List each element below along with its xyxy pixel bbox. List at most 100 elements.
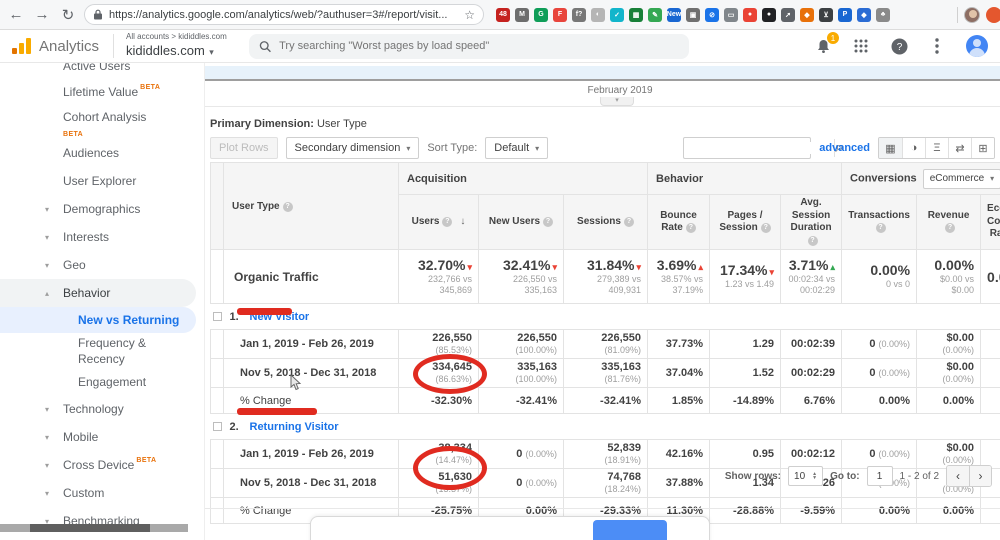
extension-icon[interactable]: G	[534, 7, 548, 22]
column-header-users[interactable]: Users? ↓	[398, 194, 479, 250]
sidebar-horizontal-scrollbar[interactable]	[0, 524, 188, 532]
extension-icon[interactable]: ▦	[629, 7, 643, 22]
forward-icon[interactable]: →	[32, 6, 52, 23]
chart-date-label: February 2019	[587, 85, 653, 96]
help-icon[interactable]: ?	[890, 37, 908, 55]
extension-icon[interactable]: ▣	[686, 7, 700, 22]
summary-ecommerce-rate: 0.00%	[980, 249, 1000, 304]
table-search[interactable]: ⌕	[683, 137, 844, 159]
sidebar-item-new-vs-returning[interactable]: New vs Returning	[0, 307, 196, 333]
metric-cell: 00:02:29	[780, 358, 843, 388]
goto-page-input[interactable]	[866, 466, 893, 486]
column-header-new-users[interactable]: New Users?	[478, 194, 564, 250]
back-icon[interactable]: ←	[6, 6, 26, 23]
analytics-search[interactable]	[248, 33, 689, 59]
table-view-icon[interactable]: ▦	[879, 138, 902, 158]
column-header-avg-session-duration[interactable]: Avg. Session Duration?	[780, 194, 843, 250]
pivot-view-icon[interactable]: ⊞	[971, 138, 994, 158]
summary-transactions: 0.00% 0 vs 0	[841, 249, 918, 304]
extension-icon[interactable]: ◆	[800, 7, 814, 22]
extension-icon[interactable]: ●	[762, 7, 776, 22]
sidebar-item-demographics[interactable]: ▾ Demographics	[0, 195, 204, 223]
notifications-bell-icon[interactable]: 1	[814, 32, 839, 55]
extension-icon[interactable]: ◆	[857, 7, 871, 22]
next-page-button[interactable]: ›	[969, 466, 991, 486]
extension-icon[interactable]: ⊻	[819, 7, 833, 22]
show-rows-select[interactable]: 10 ▲ ▼	[788, 466, 824, 486]
comparison-view-icon[interactable]: ⇄	[948, 138, 971, 158]
account-switcher[interactable]: All accounts > kididdles.com kididdles.c…	[126, 32, 227, 59]
browser-menu-icon[interactable]	[986, 6, 1000, 23]
group-header-row: User Type? Acquisition Behavior Conversi…	[210, 162, 1000, 250]
apps-grid-icon[interactable]	[852, 37, 870, 55]
extension-icon[interactable]: New	[667, 7, 681, 22]
column-header-revenue[interactable]: Revenue?	[916, 194, 982, 250]
extension-icon[interactable]: ➚	[781, 7, 795, 22]
ecommerce-selector[interactable]: eCommerce ▾	[922, 168, 1000, 189]
sidebar-item-technology[interactable]: ▾ Technology	[0, 395, 204, 423]
extension-icon[interactable]: ✎	[648, 7, 662, 22]
sidebar-item-interests[interactable]: ▾ Interests	[0, 223, 204, 251]
previous-page-button[interactable]: ‹	[947, 466, 969, 486]
metric-cell: 0 (0.00%)	[478, 468, 564, 498]
metric-cell: -32.41%	[478, 387, 564, 414]
sidebar-item-cohort-analysis[interactable]: Cohort Analysis BETA	[0, 106, 204, 139]
metric-cell: 0 (0.00%)	[841, 358, 918, 388]
reload-icon[interactable]: ↻	[58, 6, 78, 24]
column-header-ecommerce-rate[interactable]: Ecommerce Conversion Rate	[980, 194, 1000, 250]
extension-icon[interactable]: ⊘	[705, 7, 719, 22]
percentage-view-icon[interactable]: ◑	[902, 138, 925, 158]
extension-icon[interactable]: f?	[572, 7, 586, 22]
analytics-logo-icon[interactable]	[12, 38, 31, 54]
sidebar-item-mobile[interactable]: ▾ Mobile	[0, 423, 204, 451]
secondary-dimension-button[interactable]: Secondary dimension ▾	[285, 137, 420, 159]
performance-view-icon[interactable]: Ξ	[925, 138, 948, 158]
extension-icon[interactable]: P	[838, 7, 852, 22]
sidebar-item-geo[interactable]: ▾ Geo	[0, 251, 204, 279]
sidebar-item-custom[interactable]: ▾ Custom	[0, 479, 204, 507]
sort-type-button[interactable]: Default ▾	[485, 137, 549, 159]
overflow-menu-icon[interactable]	[928, 37, 946, 55]
extension-icon[interactable]: ♣	[876, 7, 890, 22]
column-header-bounce-rate[interactable]: Bounce Rate?	[647, 194, 711, 250]
search-input[interactable]	[279, 40, 679, 52]
extension-icon[interactable]: ●	[743, 7, 757, 22]
extension-icon[interactable]: 48	[496, 7, 510, 22]
sidebar-item-engagement[interactable]: Engagement	[0, 369, 204, 395]
metric-cell: -32.41%	[562, 387, 649, 414]
extension-icon[interactable]: F	[553, 7, 567, 22]
sidebar-item-user-explorer[interactable]: User Explorer	[0, 167, 204, 195]
column-header-sessions[interactable]: Sessions?	[562, 194, 649, 250]
sidebar-item-lifetime-value[interactable]: Lifetime Value BETA	[0, 78, 204, 106]
returning-visitor-link[interactable]: Returning Visitor	[250, 421, 339, 433]
sidebar-item-users-flow[interactable]: ▾Users Flow	[0, 535, 204, 540]
sidebar-item-frequency-recency[interactable]: Frequency & Recency	[0, 333, 204, 369]
advanced-search-link[interactable]: advanced	[819, 142, 870, 154]
sidebar-item-cross-device[interactable]: ▾ Cross Device BETA	[0, 451, 204, 479]
column-header-pages-session[interactable]: Pages / Session?	[709, 194, 782, 250]
bookmark-star-icon[interactable]: ☆	[464, 8, 475, 22]
row-checkbox[interactable]	[210, 413, 224, 440]
bottom-primary-button[interactable]	[593, 520, 667, 540]
dimension-column-header[interactable]: User Type?	[223, 162, 399, 250]
extension-icon[interactable]: ▭	[724, 7, 738, 22]
column-header-transactions[interactable]: Transactions?	[841, 194, 918, 250]
sidebar-item-audiences[interactable]: Audiences	[0, 139, 204, 167]
sidebar-item-behavior[interactable]: ▴ Behavior	[0, 279, 196, 307]
user-avatar[interactable]	[966, 35, 988, 57]
extension-icon[interactable]: ✓	[610, 7, 624, 22]
metric-cell	[980, 387, 1000, 414]
sidebar-item-active-users[interactable]: Active Users	[0, 63, 204, 78]
browser-profile-avatar[interactable]	[964, 6, 980, 23]
primary-dimension-value[interactable]: User Type	[317, 118, 367, 130]
extension-icon[interactable]: ◐	[591, 7, 605, 22]
chart-collapse-tab[interactable]: ▾	[600, 97, 634, 106]
extension-icon[interactable]: M	[515, 7, 529, 22]
row-checkbox[interactable]	[210, 303, 224, 330]
chevron-down-icon: ▾	[45, 488, 50, 498]
address-bar[interactable]: https://analytics.google.com/analytics/w…	[84, 4, 484, 25]
new-visitor-link[interactable]: New Visitor	[250, 311, 310, 323]
table-search-input[interactable]	[684, 142, 835, 154]
plot-rows-button[interactable]: Plot Rows	[210, 137, 278, 159]
scrollbar-thumb[interactable]	[30, 524, 150, 532]
